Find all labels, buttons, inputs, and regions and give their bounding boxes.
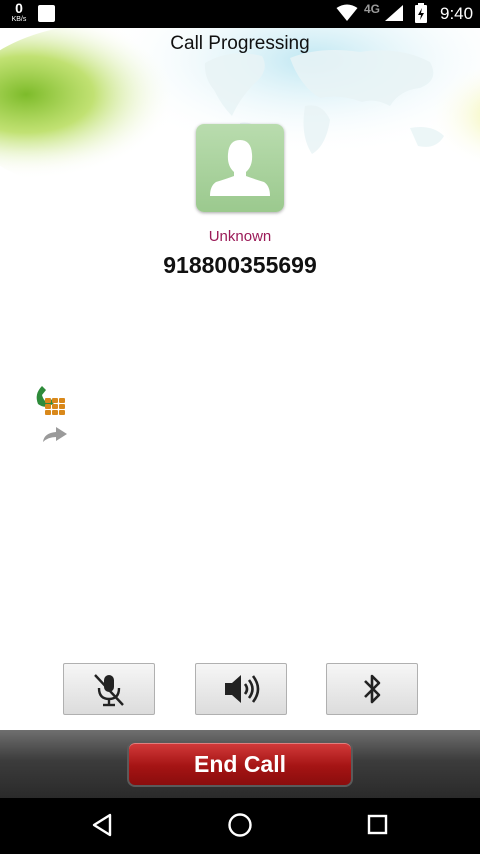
person-icon [210,140,270,196]
caller-name: Unknown [208,228,272,245]
speaker-icon [225,675,260,703]
contact-avatar [196,124,284,212]
clock: 9:40 [440,4,474,23]
wifi-icon [336,4,358,21]
status-bar: 0 KB/s 4G 9:40 [0,0,480,28]
back-icon[interactable] [90,812,114,838]
end-call-bar: End Call [0,730,480,798]
notification-icon [38,5,55,22]
bluetooth-button[interactable] [326,663,418,715]
mute-button[interactable] [63,663,155,715]
end-call-button[interactable]: End Call [127,741,353,787]
network-speed-unit: KB/s [11,16,27,23]
network-speed-value: 0 [15,0,23,16]
call-transfer-icon[interactable] [40,424,70,444]
call-status-title: Call Progressing [170,33,310,54]
network-type: 4G [364,2,381,16]
speaker-button[interactable] [195,663,287,715]
recents-icon[interactable] [366,812,390,838]
battery-icon [415,3,427,23]
signal-icon [385,5,403,21]
bluetooth-icon [364,674,381,704]
dialpad-icon[interactable] [32,382,72,422]
call-screen: Call Progressing Unknown 918800355699 [0,28,480,730]
network-speed: 0 KB/s [8,1,30,23]
mic-muted-icon [94,674,124,707]
home-icon[interactable] [227,812,253,838]
navigation-bar [0,798,480,854]
caller-number: 918800355699 [163,252,317,278]
